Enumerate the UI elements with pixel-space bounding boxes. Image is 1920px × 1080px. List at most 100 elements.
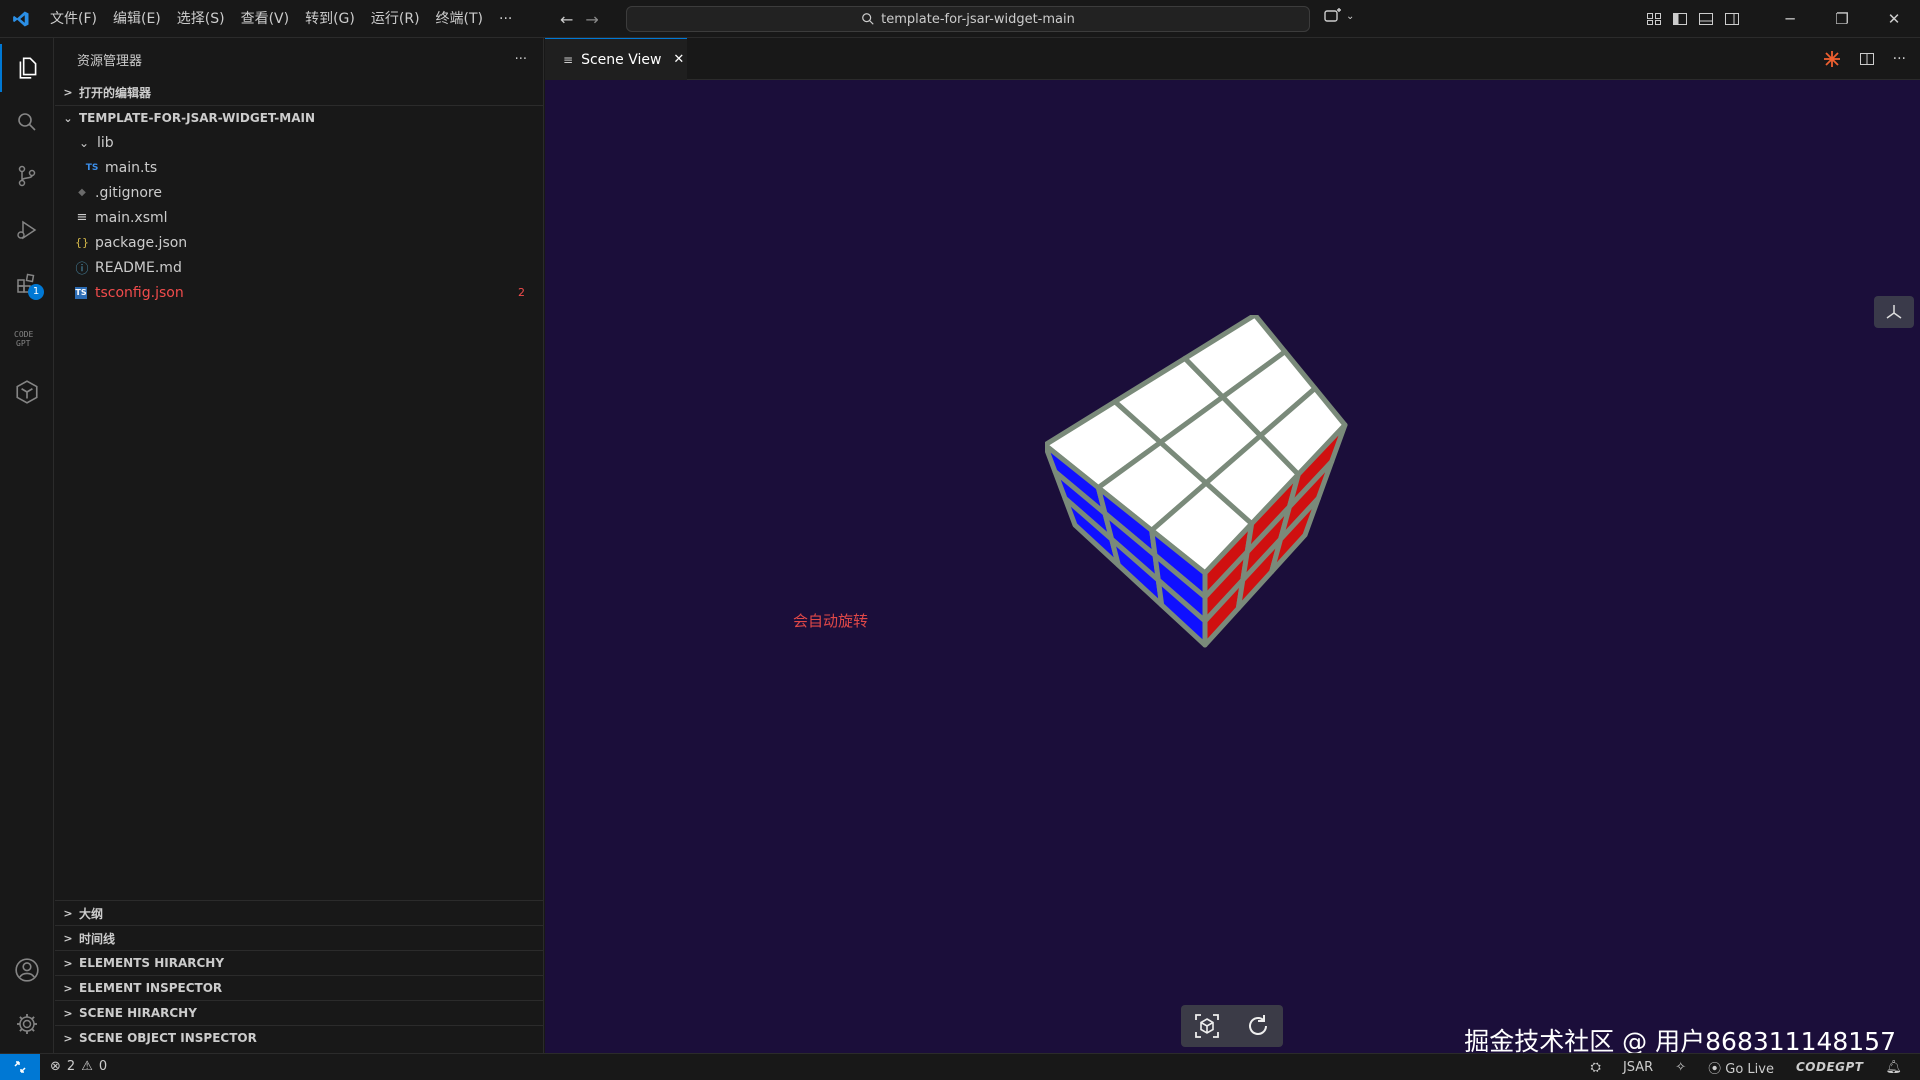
section-outline[interactable]: > 大纲 [55, 900, 544, 925]
split-editor-icon[interactable] [1859, 51, 1875, 67]
chevron-right-icon: > [63, 931, 73, 945]
window-controls: ─ ❐ ✕ [1764, 0, 1920, 38]
chevron-right-icon: > [63, 1031, 73, 1045]
toggle-panel-icon[interactable] [1698, 11, 1714, 27]
tree-item-readme[interactable]: ⓘ README.md [55, 255, 543, 280]
remote-indicator[interactable] [0, 1053, 40, 1080]
copilot-status-icon[interactable]: ⛭ [1591, 1060, 1601, 1075]
close-tab-icon[interactable]: ✕ [673, 52, 684, 67]
tree-item-tsconfig[interactable]: TS tsconfig.json 2 [55, 280, 543, 305]
search-text: template-for-jsar-widget-main [881, 11, 1075, 27]
section-project[interactable]: ⌄ TEMPLATE-FOR-JSAR-WIDGET-MAIN [55, 105, 543, 130]
section-scene-hierarchy[interactable]: > SCENE HIRARCHY [55, 1000, 544, 1025]
tree-item-gitignore[interactable]: ◆ .gitignore [55, 180, 543, 205]
tree-item-main-xsml[interactable]: ≡ main.xsml [55, 205, 543, 230]
svg-text:CODE: CODE [14, 330, 33, 339]
tree-item-main-ts[interactable]: TS main.ts [55, 155, 543, 180]
activity-bar: 1 CODE GPT [0, 38, 54, 1053]
json-file-icon: {} [75, 236, 89, 249]
chevron-down-icon: ⌄ [1346, 10, 1355, 22]
jsar-icon[interactable] [0, 368, 54, 416]
toggle-sidebar-icon[interactable] [1672, 11, 1688, 27]
tree-item-lib[interactable]: ⌄ lib [55, 130, 543, 155]
restore-icon[interactable]: ❐ [1816, 0, 1868, 38]
menu-run[interactable]: 运行(R) [363, 0, 428, 38]
accounts-icon[interactable] [0, 946, 54, 994]
info-file-icon: ⓘ [75, 262, 89, 277]
section-elements-hierarchy[interactable]: > ELEMENTS HIRARCHY [55, 950, 544, 975]
section-scene-object-inspector[interactable]: > SCENE OBJECT INSPECTOR [55, 1025, 544, 1050]
forward-arrow-icon[interactable]: → [585, 10, 598, 29]
problems-count: 2 [518, 286, 525, 299]
menu-more[interactable]: ··· [491, 0, 520, 38]
copilot-menu[interactable]: ⌄ [1324, 8, 1354, 24]
tab-scene-view[interactable]: ≡ Scene View ✕ [545, 38, 687, 80]
focus-object-icon[interactable] [1193, 1012, 1221, 1040]
explorer-sidebar: 资源管理器 ··· > 打开的编辑器 ⌄ TEMPLATE-FOR-JSAR-W… [55, 38, 544, 1053]
customize-layout-icon[interactable] [1646, 11, 1662, 27]
editor-actions: ··· [1823, 38, 1906, 80]
section-timeline[interactable]: > 时间线 [55, 925, 544, 950]
jsar-spark-icon[interactable] [1823, 50, 1841, 68]
run-debug-icon[interactable] [0, 206, 54, 254]
chevron-down-icon: ⌄ [78, 135, 90, 150]
status-right: ⛭ JSAR ✧ ⦿ Go Live CODEGPT 🔔︎ [1591, 1054, 1920, 1080]
status-bar: ⊗ 2 ⚠ 0 ⛭ JSAR ✧ ⦿ Go Live CODEGPT 🔔︎ [0, 1053, 1920, 1080]
jsar-status-icon[interactable]: ✧ [1675, 1060, 1686, 1075]
menu-file[interactable]: 文件(F) [42, 0, 105, 38]
go-live-button[interactable]: ⦿ Go Live [1708, 1058, 1774, 1077]
axis-gizmo-button[interactable] [1874, 296, 1914, 328]
broadcast-icon: ⦿ [1708, 1061, 1722, 1077]
warning-icon: ⚠ [81, 1059, 93, 1074]
title-bar: 文件(F) 编辑(E) 选择(S) 查看(V) 转到(G) 运行(R) 终端(T… [0, 0, 1920, 38]
layout-controls [1646, 0, 1740, 38]
search-icon [862, 13, 874, 25]
source-control-icon[interactable] [0, 152, 54, 200]
extensions-badge: 1 [28, 284, 44, 300]
menu-edit[interactable]: 编辑(E) [105, 0, 169, 38]
search-view-icon[interactable] [0, 98, 54, 146]
settings-gear-icon[interactable] [0, 1000, 54, 1048]
codegpt-icon[interactable]: CODE GPT [0, 314, 54, 362]
nav-arrows: ← → [560, 0, 599, 38]
minimize-icon[interactable]: ─ [1764, 0, 1816, 38]
remote-icon [14, 1060, 26, 1073]
more-actions-icon[interactable]: ··· [515, 52, 527, 67]
chevron-down-icon: ⌄ [63, 111, 73, 125]
problems-indicator[interactable]: ⊗ 2 ⚠ 0 [50, 1059, 107, 1074]
more-actions-icon[interactable]: ··· [1893, 51, 1906, 67]
close-window-icon[interactable]: ✕ [1868, 0, 1920, 38]
tree-item-package-json[interactable]: {} package.json [55, 230, 543, 255]
preview-icon: ≡ [563, 52, 574, 67]
sidebar-title: 资源管理器 [77, 53, 143, 69]
scene-view-canvas[interactable]: 会自动旋转 掘金技术社区 @ 用户868311148157 [545, 80, 1920, 1056]
toggle-secondary-sidebar-icon[interactable] [1724, 11, 1740, 27]
svg-text:GPT: GPT [16, 339, 31, 348]
notifications-bell-icon[interactable]: 🔔︎ [1885, 1060, 1902, 1075]
sidebar-title-bar: 资源管理器 ··· [55, 38, 543, 80]
typescript-file-icon: TS [85, 162, 99, 173]
explorer-icon[interactable] [0, 44, 54, 92]
chevron-right-icon: > [63, 906, 73, 920]
scene-annotation: 会自动旋转 [793, 612, 869, 630]
chevron-right-icon: > [63, 1006, 73, 1020]
refresh-icon[interactable] [1244, 1012, 1272, 1040]
menu-selection[interactable]: 选择(S) [169, 0, 233, 38]
error-icon: ⊗ [50, 1059, 61, 1074]
back-arrow-icon[interactable]: ← [560, 10, 573, 29]
extensions-icon[interactable]: 1 [0, 260, 54, 308]
menu-view[interactable]: 查看(V) [233, 0, 298, 38]
tsconfig-file-icon: TS [75, 286, 87, 299]
rubiks-cube [1045, 315, 1348, 648]
codegpt-status[interactable]: CODEGPT [1796, 1060, 1864, 1074]
xsml-file-icon: ≡ [76, 210, 88, 225]
section-open-editors[interactable]: > 打开的编辑器 [55, 80, 543, 105]
menu-terminal[interactable]: 终端(T) [428, 0, 491, 38]
chevron-right-icon: > [63, 981, 73, 995]
command-center-search[interactable]: template-for-jsar-widget-main [626, 6, 1310, 32]
bottom-sections: > 大纲 > 时间线 > ELEMENTS HIRARCHY > ELEMENT… [55, 900, 544, 1050]
language-mode[interactable]: JSAR [1623, 1060, 1653, 1075]
chevron-right-icon: > [63, 956, 73, 970]
menu-go[interactable]: 转到(G) [297, 0, 363, 38]
section-element-inspector[interactable]: > ELEMENT INSPECTOR [55, 975, 544, 1000]
